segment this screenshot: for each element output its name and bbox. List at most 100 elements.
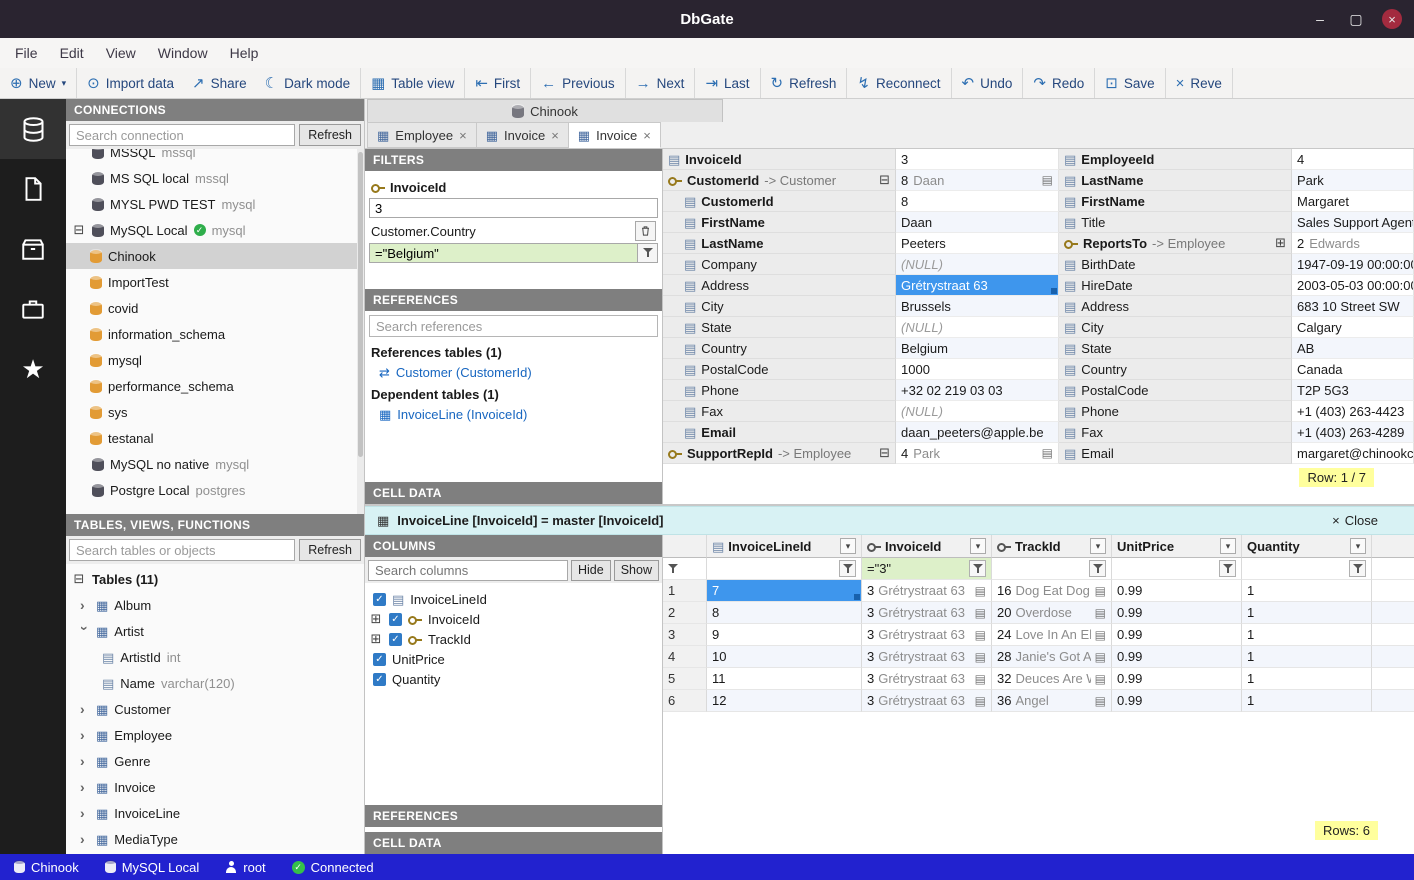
grid-cell[interactable]: 1	[1242, 668, 1372, 690]
column-menu-button[interactable]: ▾	[1220, 538, 1236, 554]
filter-invoiceid-input[interactable]	[369, 198, 658, 218]
table-item[interactable]: › ▦ Customer	[66, 696, 364, 722]
statusbar-database[interactable]: Chinook	[14, 860, 79, 875]
columns-search-input[interactable]	[368, 560, 568, 581]
column-toggle-row[interactable]: ⊞ ✓ InvoiceId	[369, 609, 658, 629]
filter-invoicelineid[interactable]	[707, 558, 862, 580]
detail-icon[interactable]: ▤	[1095, 672, 1106, 686]
chevron-right-icon[interactable]: ›	[80, 832, 90, 846]
hide-button[interactable]: Hide	[571, 560, 611, 581]
first-button[interactable]: ⇤ First	[466, 68, 529, 98]
grid-cell[interactable]: 0.99	[1112, 690, 1242, 712]
field-value[interactable]: 683 10 Street SW	[1292, 296, 1414, 317]
grid-cell[interactable]: 24Love In An Elevator▤	[992, 624, 1112, 646]
import-data-button[interactable]: ⊙ Import data	[78, 68, 183, 98]
grid-cell[interactable]: 1	[1242, 624, 1372, 646]
menu-file[interactable]: File	[4, 38, 49, 68]
field-value[interactable]: 2003-05-03 00:00:00	[1292, 275, 1414, 296]
detail-icon[interactable]: ▤	[975, 606, 986, 620]
tables-refresh-button[interactable]: Refresh	[299, 539, 361, 561]
field-value[interactable]: daan_peeters@apple.be	[896, 422, 1059, 443]
filter-menu-button[interactable]	[1349, 560, 1366, 577]
collapse-box-icon[interactable]: ⊟	[879, 172, 890, 188]
expand-box-icon[interactable]: ⊞	[369, 611, 383, 627]
grid-cell[interactable]: 0.99	[1112, 602, 1242, 624]
grid-cell[interactable]: 12	[707, 690, 862, 712]
grid-cell[interactable]: 3Grétrystraat 63▤	[862, 690, 992, 712]
nav-plugins-icon[interactable]	[0, 279, 66, 339]
tab-close-icon[interactable]: ×	[643, 128, 651, 143]
connection-item[interactable]: MSSQL mssql	[66, 149, 364, 165]
tab-employee[interactable]: ▦ Employee ×	[367, 122, 477, 148]
grid-cell[interactable]: 1	[1242, 602, 1372, 624]
field-value[interactable]: +1 (403) 263-4289	[1292, 422, 1414, 443]
column-menu-button[interactable]: ▾	[970, 538, 986, 554]
field-value[interactable]: Canada	[1292, 359, 1414, 380]
statusbar-connection[interactable]: MySQL Local	[105, 860, 200, 875]
next-button[interactable]: → Next	[627, 68, 694, 98]
expand-box-icon[interactable]: ⊞	[1275, 235, 1286, 251]
filter-menu-button[interactable]	[1219, 560, 1236, 577]
field-value[interactable]: 2Edwards	[1292, 233, 1414, 254]
chevron-right-icon[interactable]: ›	[80, 702, 90, 716]
connection-item[interactable]: Postgre Local postgres	[66, 477, 364, 503]
database-item[interactable]: mysql	[66, 347, 364, 373]
maximize-button[interactable]: ▢	[1346, 9, 1366, 29]
grid-cell[interactable]: 3Grétrystraat 63▤	[862, 646, 992, 668]
grid-cell[interactable]: 36Angel▤	[992, 690, 1112, 712]
tables-root[interactable]: ⊟ Tables (11)	[66, 566, 364, 592]
filter-invoiceid[interactable]: ="3"	[862, 558, 992, 580]
grid-cell[interactable]: 0.99	[1112, 668, 1242, 690]
detail-icon[interactable]: ▤	[1042, 446, 1053, 460]
checkbox-checked-icon[interactable]: ✓	[373, 673, 386, 686]
table-item-expanded[interactable]: › ▦ Artist	[66, 618, 364, 644]
field-value[interactable]: (NULL)	[896, 401, 1059, 422]
field-value[interactable]: Calgary	[1292, 317, 1414, 338]
grid-header-invoicelineid[interactable]: ▤ InvoiceLineId ▾	[707, 535, 862, 558]
grid-header-invoiceid[interactable]: InvoiceId ▾	[862, 535, 992, 558]
column-toggle-row[interactable]: ⊞ ✓ TrackId	[369, 629, 658, 649]
filter-country-input[interactable]	[369, 243, 637, 263]
chevron-right-icon[interactable]: ›	[80, 780, 90, 794]
grid-cell[interactable]: 1	[1242, 580, 1372, 602]
nav-archive-icon[interactable]	[0, 219, 66, 279]
grid-cell[interactable]: 3Grétrystraat 63▤	[862, 668, 992, 690]
grid-cell[interactable]: 28Janie's Got A Gun▤	[992, 646, 1112, 668]
checkbox-checked-icon[interactable]: ✓	[389, 633, 402, 646]
database-item[interactable]: testanal	[66, 425, 364, 451]
tab-close-icon[interactable]: ×	[459, 128, 467, 143]
filter-unitprice[interactable]	[1112, 558, 1242, 580]
minimize-button[interactable]: –	[1310, 9, 1330, 29]
menu-help[interactable]: Help	[219, 38, 270, 68]
grid-header-quantity[interactable]: Quantity ▾	[1242, 535, 1372, 558]
new-button[interactable]: ⊕ New ▾	[1, 68, 75, 98]
detail-icon[interactable]: ▤	[975, 628, 986, 642]
connection-item[interactable]: MySQL no native mysql	[66, 451, 364, 477]
grid-cell[interactable]: 10	[707, 646, 862, 668]
checkbox-checked-icon[interactable]: ✓	[389, 613, 402, 626]
reference-link-invoiceline[interactable]: ▦ InvoiceLine (InvoiceId)	[369, 404, 658, 425]
table-item[interactable]: › ▦ MediaType	[66, 826, 364, 852]
share-button[interactable]: ↗ Share	[183, 68, 256, 98]
column-menu-button[interactable]: ▾	[1350, 538, 1366, 554]
field-value[interactable]: T2P 5G3	[1292, 380, 1414, 401]
detail-icon[interactable]: ▤	[975, 694, 986, 708]
save-button[interactable]: ⊡ Save	[1096, 68, 1163, 98]
field-value[interactable]: 1947-09-19 00:00:00	[1292, 254, 1414, 275]
table-item[interactable]: › ▦ Album	[66, 592, 364, 618]
row-number[interactable]: 6	[663, 690, 707, 712]
field-value[interactable]: Daan	[896, 212, 1059, 233]
dark-mode-button[interactable]: ☾ Dark mode	[256, 68, 359, 98]
detail-icon[interactable]: ▤	[975, 584, 986, 598]
grid-header-unitprice[interactable]: UnitPrice ▾	[1112, 535, 1242, 558]
revert-button[interactable]: × Reve	[1167, 68, 1231, 98]
tab-invoice-2-active[interactable]: ▦ Invoice ×	[569, 122, 661, 148]
field-value[interactable]: Sales Support Agent	[1292, 212, 1414, 233]
detail-icon[interactable]: ▤	[1042, 173, 1053, 187]
detail-icon[interactable]: ▤	[1095, 606, 1106, 620]
field-value[interactable]: margaret@chinookcorp.com	[1292, 443, 1414, 464]
chevron-down-icon[interactable]: ›	[78, 626, 92, 636]
checkbox-checked-icon[interactable]: ✓	[373, 593, 386, 606]
chevron-right-icon[interactable]: ›	[80, 728, 90, 742]
grid-cell[interactable]: 1	[1242, 646, 1372, 668]
